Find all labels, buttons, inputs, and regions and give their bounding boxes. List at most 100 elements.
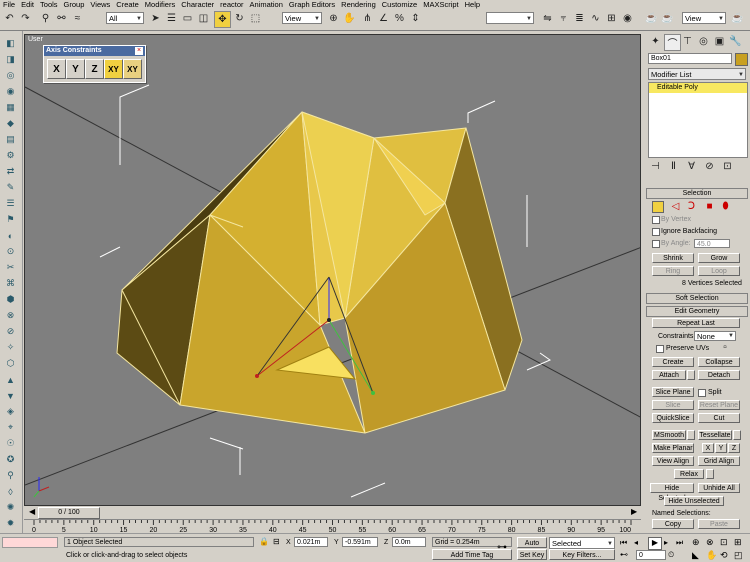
edge-subobject-icon[interactable]: ◁ <box>668 199 683 214</box>
tab-panel-tool-12-icon[interactable]: ⚑ <box>3 213 18 226</box>
planar-x-button[interactable]: X <box>702 443 714 453</box>
copy-button[interactable]: Copy <box>652 519 694 529</box>
perspective-viewport[interactable]: User <box>24 34 641 506</box>
maximize-viewport-icon[interactable]: ◰ <box>734 550 743 561</box>
object-color-swatch[interactable] <box>735 53 748 66</box>
display-tab-icon[interactable]: ▣ <box>712 34 727 49</box>
key-filters-button[interactable]: Key Filters... <box>549 549 615 560</box>
tab-panel-tool-9-icon[interactable]: ⇄ <box>3 165 18 178</box>
align-icon[interactable]: ⫧ <box>556 11 571 26</box>
current-frame-field[interactable]: 0 <box>636 550 666 560</box>
select-object-icon[interactable]: ➤ <box>148 11 163 26</box>
tessellate-settings-button[interactable] <box>733 430 741 440</box>
show-end-result-icon[interactable]: Ⅱ <box>666 159 681 174</box>
tab-panel-tool-13-icon[interactable]: ◐ <box>3 229 18 242</box>
next-frame-icon[interactable]: ▶ <box>631 507 639 517</box>
tab-panel-tool-30-icon[interactable]: ✺ <box>3 501 18 514</box>
snap-toggle-icon[interactable]: ⋔ <box>360 11 375 26</box>
tab-panel-tool-3-icon[interactable]: ◎ <box>3 69 18 82</box>
tab-panel-tool-25-icon[interactable]: ⌖ <box>3 421 18 434</box>
by-angle-field[interactable]: 45.0 <box>694 239 730 248</box>
tab-panel-tool-20-icon[interactable]: ✧ <box>3 341 18 354</box>
tab-panel-tool-22-icon[interactable]: ▲ <box>3 373 18 386</box>
set-key-button[interactable]: Set Key <box>517 549 547 560</box>
modify-tab-icon[interactable]: ⌒ <box>664 34 681 51</box>
tab-panel-tool-10-icon[interactable]: ✎ <box>3 181 18 194</box>
render-type-dropdown[interactable]: View <box>682 12 726 25</box>
slice-button[interactable]: Slice <box>652 400 694 410</box>
tab-panel-tool-18-icon[interactable]: ⊗ <box>3 309 18 322</box>
tab-panel-tool-7-icon[interactable]: ▤ <box>3 133 18 146</box>
quick-render-icon[interactable]: ☕ <box>660 11 675 26</box>
tab-panel-tool-21-icon[interactable]: ⬡ <box>3 357 18 370</box>
grow-button[interactable]: Grow <box>698 253 740 263</box>
tab-panel-tool-14-icon[interactable]: ⊙ <box>3 245 18 258</box>
relax-settings-button[interactable] <box>706 469 714 479</box>
ring-button[interactable]: Ring <box>652 266 694 276</box>
tab-panel-tool-28-icon[interactable]: ⚲ <box>3 469 18 482</box>
undo-icon[interactable]: ↶ <box>2 11 17 26</box>
go-to-end-icon[interactable]: ⏭ <box>676 538 683 548</box>
selection-rollout-header[interactable]: Selection <box>646 188 748 199</box>
close-icon[interactable]: × <box>135 47 143 55</box>
set-key-icon[interactable]: ⊶ <box>497 542 507 553</box>
menu-maxscript[interactable]: MAXScript <box>420 0 461 9</box>
polygon-subobject-icon[interactable]: ■ <box>702 199 717 214</box>
manipulate-icon[interactable]: ✋ <box>342 11 357 26</box>
menu-views[interactable]: Views <box>87 0 113 9</box>
tab-panel-tool-19-icon[interactable]: ⊘ <box>3 325 18 338</box>
vertex-subobject-icon[interactable] <box>652 201 664 213</box>
key-mode-icon[interactable]: ⊷ <box>620 550 628 559</box>
curve-editor-icon[interactable]: ∿ <box>588 11 603 26</box>
tab-panel-tool-5-icon[interactable]: ▦ <box>3 101 18 114</box>
track-bar[interactable]: 0 5 10 15 20 25 30 35 40 45 50 55 60 65 70 75 80 85 90 95 10… <box>24 519 641 533</box>
split-checkbox[interactable] <box>698 389 706 397</box>
select-by-name-icon[interactable]: ☰ <box>164 11 179 26</box>
tab-panel-tool-26-icon[interactable]: ☉ <box>3 437 18 450</box>
window-crossing-icon[interactable]: ◫ <box>196 11 211 26</box>
time-configuration-icon[interactable]: ⏲ <box>668 550 674 560</box>
selection-filter-dropdown[interactable]: All <box>106 12 144 25</box>
key-mode-dropdown[interactable]: Selected <box>549 537 615 550</box>
object-name-field[interactable]: Box01 <box>648 53 732 64</box>
pivot-center-icon[interactable]: ⊕ <box>326 11 341 26</box>
tessellate-button[interactable]: Tessellate <box>698 430 732 440</box>
msmooth-settings-button[interactable] <box>687 430 695 440</box>
hide-unselected-button[interactable]: Hide Unselected <box>664 496 724 506</box>
time-slider[interactable]: ◀ 0 / 100 ▶ <box>24 507 641 519</box>
redo-icon[interactable]: ↷ <box>18 11 33 26</box>
ignore-backfacing-checkbox[interactable] <box>652 228 660 236</box>
rectangular-selection-icon[interactable]: ▭ <box>180 11 195 26</box>
collapse-button[interactable]: Collapse <box>698 357 740 367</box>
grid-align-button[interactable]: Grid Align <box>698 456 740 466</box>
constraints-dropdown[interactable]: None <box>694 331 736 341</box>
layer-manager-icon[interactable]: ≣ <box>572 11 587 26</box>
menu-character[interactable]: Character <box>178 0 217 9</box>
next-key-icon[interactable]: ▸ <box>664 538 668 547</box>
tab-panel-tool-17-icon[interactable]: ⬢ <box>3 293 18 306</box>
tab-panel-tool-2-icon[interactable]: ◨ <box>3 53 18 66</box>
play-icon[interactable]: ▶ <box>648 537 662 550</box>
menu-create[interactable]: Create <box>113 0 142 9</box>
go-to-start-icon[interactable]: ⏮ <box>620 538 627 548</box>
menu-group[interactable]: Group <box>61 0 88 9</box>
select-move-icon[interactable]: ✥ <box>214 11 231 28</box>
unhide-all-button[interactable]: Unhide All <box>698 483 740 493</box>
planar-y-button[interactable]: Y <box>715 443 727 453</box>
tab-panel-tool-4-icon[interactable]: ◉ <box>3 85 18 98</box>
tab-panel-tool-16-icon[interactable]: ⌘ <box>3 277 18 290</box>
configure-modifier-sets-icon[interactable]: ⊡ <box>720 159 735 174</box>
make-unique-icon[interactable]: ∀ <box>684 159 699 174</box>
editable-poly-box[interactable] <box>116 111 523 434</box>
preserve-uvs-settings-icon[interactable]: ▫ <box>720 342 730 353</box>
slice-plane-button[interactable]: Slice Plane <box>652 387 694 397</box>
material-editor-icon[interactable]: ◉ <box>620 11 635 26</box>
quick-render-icon-2[interactable]: ☕ <box>730 11 745 26</box>
utilities-tab-icon[interactable]: 🔧 <box>728 34 743 49</box>
msmooth-button[interactable]: MSmooth <box>652 430 686 440</box>
loop-button[interactable]: Loop <box>698 266 740 276</box>
zoom-extents-all-icon[interactable]: ⊞ <box>734 537 742 548</box>
menu-customize[interactable]: Customize <box>379 0 420 9</box>
tab-panel-tool-27-icon[interactable]: ✪ <box>3 453 18 466</box>
tab-panel-tool-1-icon[interactable]: ◧ <box>3 37 18 50</box>
